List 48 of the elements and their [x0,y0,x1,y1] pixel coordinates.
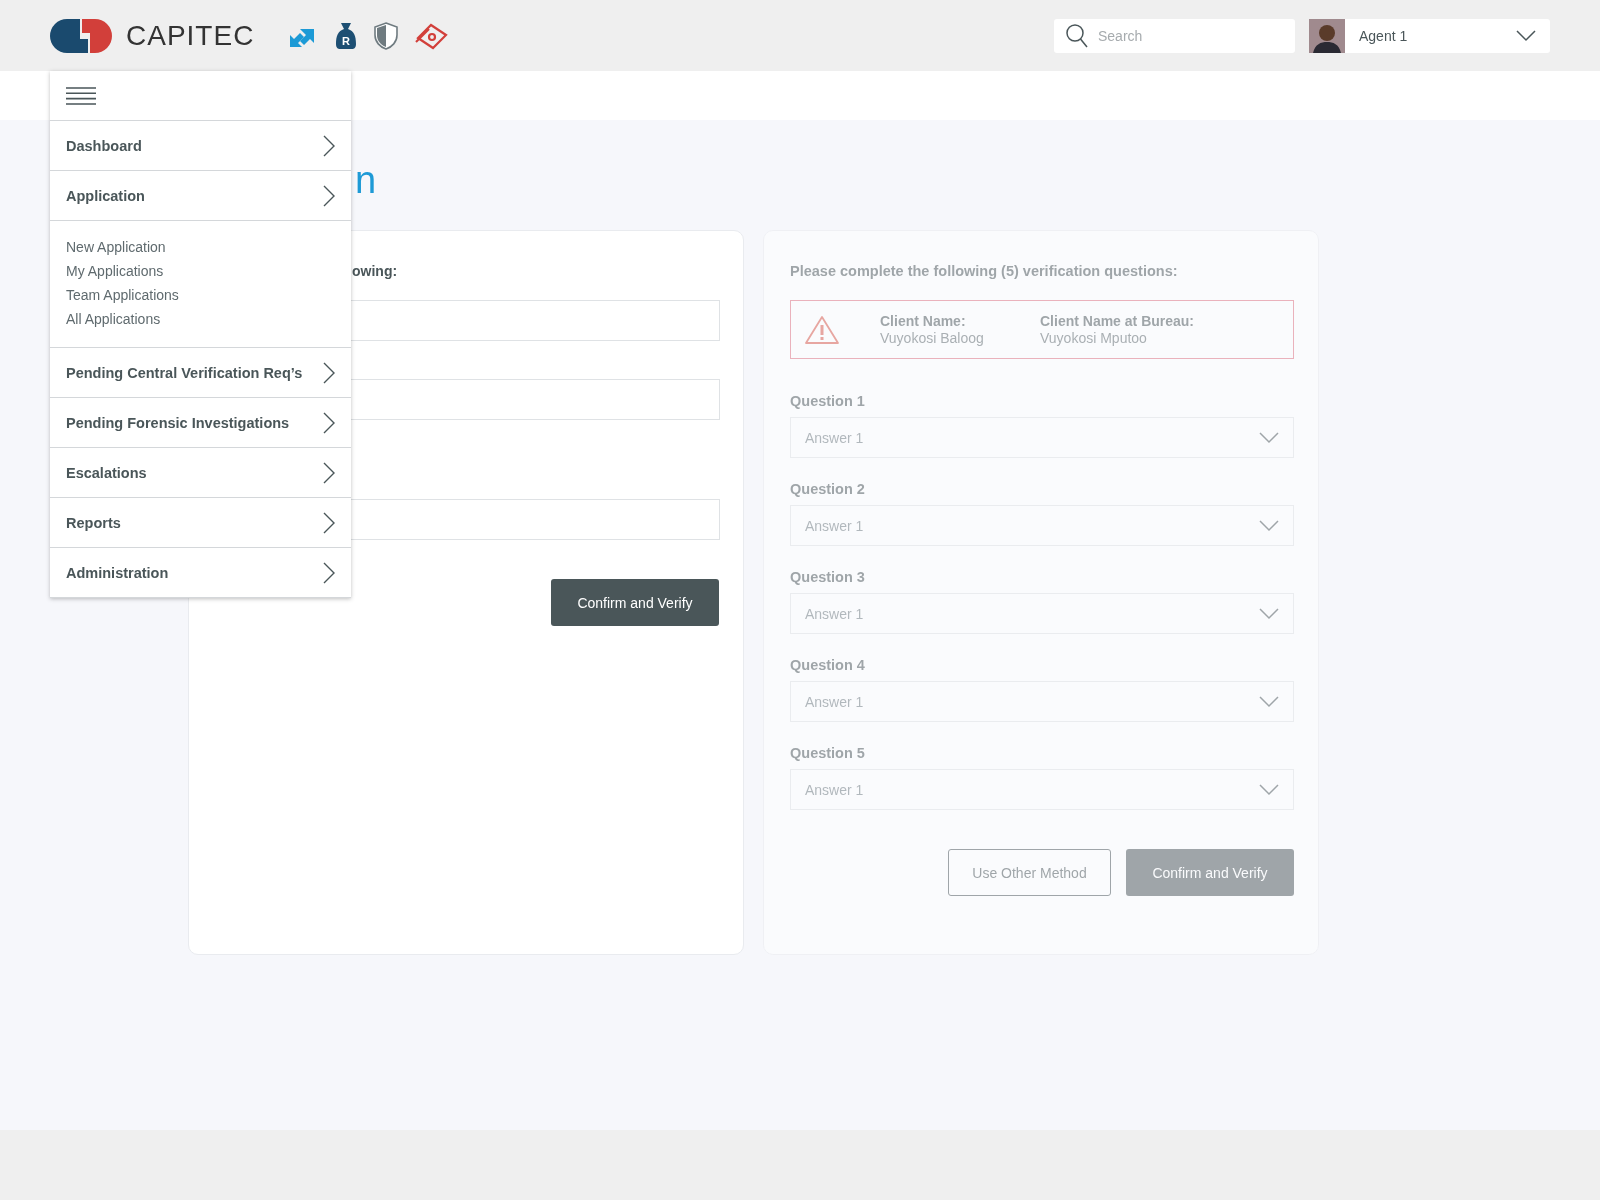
alert-label: Client Name: [880,312,967,330]
question-label: Question 4 [790,656,866,675]
confirm-verify-button[interactable]: Confirm and Verify [551,579,719,626]
alert-value: Vuyokosi Baloog [880,329,985,347]
cash-card-icon[interactable] [415,21,450,50]
chevron-right-icon [323,361,335,384]
menu-icon[interactable] [66,85,96,106]
submenu-link[interactable]: All Applications [66,307,161,331]
chevron-right-icon [323,511,335,534]
logo-text: CAPITEC [126,19,255,52]
avatar-icon [1309,18,1345,53]
money-bag-icon[interactable]: R [335,21,358,50]
shield-icon[interactable] [374,21,399,50]
menu-item[interactable]: Pending Forensic Investigations [50,398,351,448]
question-label: Question 5 [790,744,866,763]
menu-item[interactable]: Pending Central Verification Req’s [50,348,351,398]
question-label: Question 1 [790,392,866,411]
alert-value: Vuyokosi Mputoo [1040,329,1148,347]
menu-item[interactable]: Escalations [50,448,351,498]
verification-heading: Please complete the following (5) verification questions: [790,262,1179,281]
chevron-down-icon [1516,29,1536,42]
user-dropdown[interactable]: Agent 1 [1309,18,1550,53]
submenu-link[interactable]: My Applications [66,259,164,283]
menu-item[interactable]: Administration [50,548,351,598]
logo-icon [50,18,112,53]
menu-item[interactable]: Application [50,171,351,221]
warning-icon [804,314,840,345]
page-title: n [355,158,378,200]
question-label: Question 3 [790,568,866,587]
menu-item[interactable]: Dashboard [50,121,351,171]
search-icon [1066,23,1088,48]
chevron-right-icon [323,134,335,157]
chevron-down-icon [1259,519,1279,532]
chevron-right-icon [323,411,335,434]
chevron-right-icon [323,561,335,584]
form-instruction: owing: [351,262,399,281]
chevron-down-icon [1259,607,1279,620]
chevron-right-icon [323,461,335,484]
submenu-link[interactable]: Team Applications [66,283,179,307]
chevron-down-icon [1259,783,1279,796]
search-field[interactable]: Search [1054,18,1295,53]
chevron-down-icon [1259,695,1279,708]
submenu-link[interactable]: New Application [66,235,166,259]
alert-label: Client Name at Bureau: [1040,312,1196,330]
question-label: Question 2 [790,480,866,499]
menu-item[interactable]: Reports [50,498,351,548]
chevron-down-icon [1259,431,1279,444]
chevron-right-icon [323,184,335,207]
